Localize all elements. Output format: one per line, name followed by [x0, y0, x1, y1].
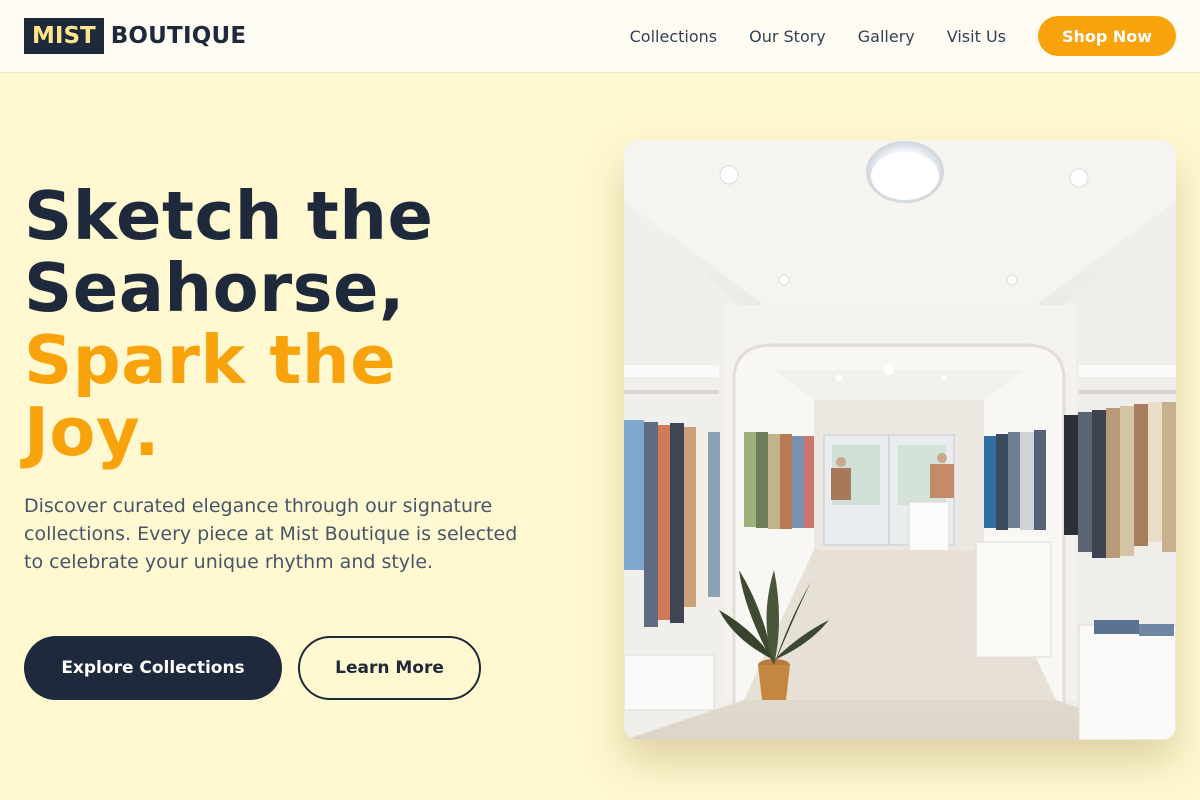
- nav-link-gallery[interactable]: Gallery: [858, 27, 915, 46]
- hero-title-line-accent: Joy.: [24, 393, 160, 471]
- explore-collections-button[interactable]: Explore Collections: [24, 636, 282, 700]
- hero-title-line: Seahorse,: [24, 249, 405, 327]
- brand-logo[interactable]: MIST BOUTIQUE: [24, 18, 246, 54]
- logo-mark: MIST: [24, 18, 104, 54]
- hero-image: [624, 140, 1176, 740]
- hero-title-line-accent: Spark the: [24, 321, 397, 399]
- nav-links: Collections Our Story Gallery Visit Us: [630, 27, 1006, 46]
- hero-description: Discover curated elegance through our si…: [24, 495, 518, 573]
- boutique-interior-illustration: [624, 140, 1176, 740]
- hero-title-line: Sketch the: [24, 177, 434, 255]
- learn-more-button[interactable]: Learn More: [298, 636, 481, 700]
- navbar: MIST BOUTIQUE Collections Our Story Gall…: [0, 0, 1200, 73]
- logo-wordmark: BOUTIQUE: [110, 23, 247, 49]
- nav-link-collections[interactable]: Collections: [630, 27, 717, 46]
- nav-link-visit-us[interactable]: Visit Us: [947, 27, 1006, 46]
- hero-title: Sketch the Seahorse, Spark the Joy.: [24, 180, 584, 468]
- shop-now-button[interactable]: Shop Now: [1038, 16, 1176, 56]
- nav-link-our-story[interactable]: Our Story: [749, 27, 826, 46]
